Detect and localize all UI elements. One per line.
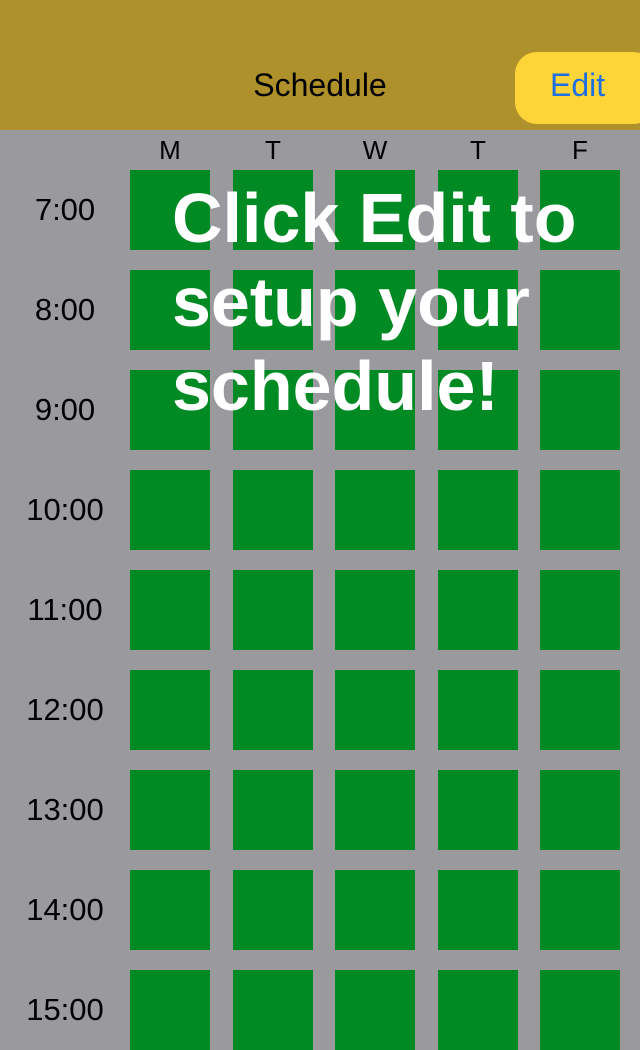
- schedule-slot[interactable]: [335, 670, 415, 750]
- schedule-slot[interactable]: [130, 670, 210, 750]
- time-label: 11:00: [27, 592, 103, 627]
- time-label: 7:00: [34, 192, 96, 227]
- day-label: T: [470, 135, 486, 165]
- schedule-slot[interactable]: [438, 970, 518, 1050]
- schedule-slot[interactable]: [540, 770, 620, 850]
- time-label: 14:00: [26, 892, 104, 927]
- schedule-slot[interactable]: [233, 170, 313, 250]
- schedule-slot[interactable]: [233, 870, 313, 950]
- schedule-slot[interactable]: [540, 170, 620, 250]
- schedule-slot[interactable]: [130, 970, 210, 1050]
- schedule-slot[interactable]: [540, 370, 620, 450]
- schedule-slot[interactable]: [438, 670, 518, 750]
- day-label: T: [265, 135, 281, 165]
- schedule-slot[interactable]: [438, 370, 518, 450]
- schedule-slot[interactable]: [335, 470, 415, 550]
- schedule-slot[interactable]: [130, 770, 210, 850]
- schedule-slot[interactable]: [335, 970, 415, 1050]
- time-label: 13:00: [26, 792, 104, 827]
- schedule-slot[interactable]: [130, 270, 210, 350]
- day-label: F: [572, 135, 588, 165]
- schedule-slot[interactable]: [233, 570, 313, 650]
- schedule-slot[interactable]: [233, 270, 313, 350]
- schedule-slot[interactable]: [130, 470, 210, 550]
- schedule-slot[interactable]: [438, 770, 518, 850]
- schedule-slot[interactable]: [335, 770, 415, 850]
- day-label: M: [159, 135, 181, 165]
- time-label: 15:00: [26, 992, 104, 1027]
- schedule-slot[interactable]: [335, 570, 415, 650]
- schedule-slot[interactable]: [540, 570, 620, 650]
- schedule-slot[interactable]: [540, 970, 620, 1050]
- time-label: 9:00: [34, 392, 96, 427]
- schedule-slot[interactable]: [438, 170, 518, 250]
- schedule-slot[interactable]: [540, 670, 620, 750]
- schedule-slot[interactable]: [438, 470, 518, 550]
- schedule-slot[interactable]: [540, 870, 620, 950]
- day-label: W: [362, 135, 388, 165]
- schedule-slot[interactable]: [130, 370, 210, 450]
- schedule-slot[interactable]: [438, 270, 518, 350]
- schedule-slot[interactable]: [233, 770, 313, 850]
- schedule-slot[interactable]: [130, 170, 210, 250]
- schedule-slot[interactable]: [438, 870, 518, 950]
- schedule-slot[interactable]: [335, 170, 415, 250]
- schedule-slot[interactable]: [540, 470, 620, 550]
- schedule-slot[interactable]: [233, 970, 313, 1050]
- schedule-slot[interactable]: [540, 270, 620, 350]
- schedule-slot[interactable]: [438, 570, 518, 650]
- schedule-slot[interactable]: [335, 370, 415, 450]
- schedule-slot[interactable]: [130, 570, 210, 650]
- navigation-bar: Schedule Edit: [0, 0, 640, 130]
- time-label: 10:00: [26, 492, 104, 527]
- schedule-slot[interactable]: [335, 270, 415, 350]
- schedule-slot[interactable]: [233, 670, 313, 750]
- schedule-slot[interactable]: [233, 370, 313, 450]
- schedule-slot[interactable]: [335, 870, 415, 950]
- edit-button[interactable]: Edit: [515, 52, 640, 124]
- schedule-slot[interactable]: [233, 470, 313, 550]
- time-label: 12:00: [26, 692, 104, 727]
- schedule-slot[interactable]: [130, 870, 210, 950]
- time-label: 8:00: [34, 292, 96, 327]
